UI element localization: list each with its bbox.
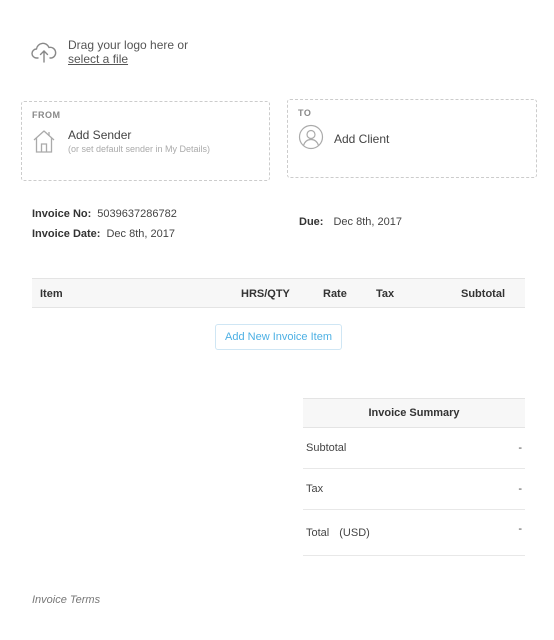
- user-icon: [298, 124, 324, 150]
- add-client-label: Add Client: [334, 132, 390, 146]
- summary-subtotal-value: -: [518, 442, 522, 454]
- summary-total-value: -: [518, 523, 522, 535]
- from-label: FROM: [32, 110, 61, 120]
- invoice-number[interactable]: Invoice No: 5039637286782: [32, 208, 177, 220]
- summary-subtotal-label: Subtotal: [306, 442, 347, 454]
- cloud-upload-icon: [31, 42, 57, 63]
- summary-total-row: Total (USD) -: [303, 510, 525, 556]
- column-hrs-qty: HRS/QTY: [241, 288, 290, 300]
- currency-selector[interactable]: (USD): [339, 527, 370, 539]
- select-file-link[interactable]: select a file: [68, 52, 188, 66]
- invoice-date[interactable]: Invoice Date: Dec 8th, 2017: [32, 228, 175, 240]
- house-icon: [33, 130, 55, 153]
- column-rate: Rate: [323, 288, 347, 300]
- add-sender-label: Add Sender: [68, 128, 132, 142]
- from-sender-box[interactable]: FROM Add Sender (or set default sender i…: [21, 101, 270, 181]
- invoice-number-label: Invoice No:: [32, 208, 92, 220]
- due-date[interactable]: Due: Dec 8th, 2017: [299, 216, 402, 228]
- sender-hint: (or set default sender in My Details): [68, 144, 211, 154]
- summary-tax-row: Tax -: [303, 469, 525, 510]
- due-date-value[interactable]: Dec 8th, 2017: [333, 216, 402, 228]
- logo-upload[interactable]: Drag your logo here or select a file: [31, 38, 188, 66]
- due-date-label: Due:: [299, 216, 324, 228]
- total-label-text: Total: [306, 527, 330, 539]
- invoice-number-value[interactable]: 5039637286782: [97, 208, 177, 220]
- summary-tax-value: -: [518, 483, 522, 495]
- summary-total-label: Total (USD): [306, 527, 370, 539]
- summary-tax-label: Tax: [306, 483, 324, 495]
- column-tax: Tax: [376, 288, 395, 300]
- logo-upload-prompt: Drag your logo here or: [68, 38, 189, 52]
- items-table-header: Item HRS/QTY Rate Tax Subtotal: [32, 278, 525, 308]
- column-item: Item: [40, 288, 63, 300]
- add-invoice-item-button[interactable]: Add New Invoice Item: [215, 324, 342, 350]
- to-label: TO: [298, 108, 312, 118]
- invoice-terms-field[interactable]: Invoice Terms: [32, 594, 100, 606]
- to-client-box[interactable]: TO Add Client: [287, 99, 537, 178]
- column-subtotal: Subtotal: [461, 288, 505, 300]
- invoice-date-label: Invoice Date:: [32, 228, 101, 240]
- invoice-summary-title: Invoice Summary: [303, 398, 525, 428]
- invoice-date-value[interactable]: Dec 8th, 2017: [106, 228, 175, 240]
- invoice-page: Drag your logo here or select a file FRO…: [0, 0, 554, 640]
- invoice-summary: Invoice Summary Subtotal - Tax - Total (U…: [303, 398, 525, 556]
- logo-upload-text: Drag your logo here or select a file: [68, 38, 188, 66]
- summary-subtotal-row: Subtotal -: [303, 428, 525, 469]
